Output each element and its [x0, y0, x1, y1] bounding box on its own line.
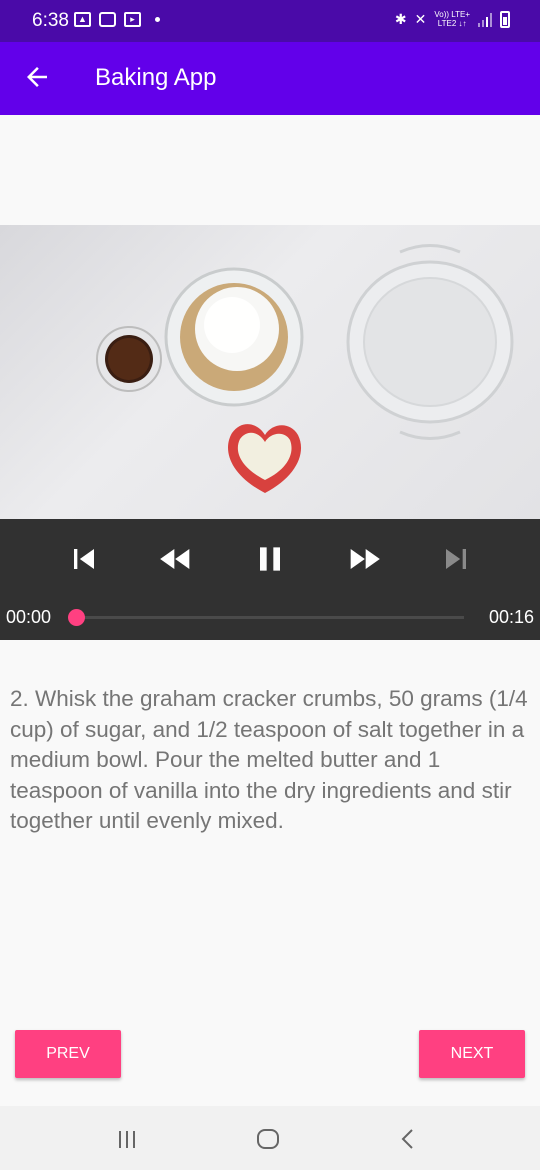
mute-icon: ✕ [414, 10, 427, 27]
recents-icon[interactable] [112, 1124, 142, 1154]
app-bar: Baking App [0, 42, 540, 115]
app-notification-icon [99, 12, 116, 27]
back-arrow-icon[interactable] [22, 62, 52, 92]
network-label-bottom: LTE2 ↓↑ [437, 19, 467, 28]
current-time: 00:00 [6, 607, 52, 627]
seek-scrubber[interactable] [68, 609, 85, 626]
app-title: Baking App [95, 64, 217, 91]
tv-icon: ▸ [124, 12, 141, 27]
back-icon[interactable] [393, 1124, 423, 1154]
signal-icon [478, 11, 492, 27]
home-icon[interactable] [253, 1124, 283, 1154]
player-controls: 00:00 00:16 [0, 519, 540, 640]
seek-bar[interactable] [68, 609, 464, 626]
prev-button[interactable]: PREV [15, 1030, 121, 1078]
pause-icon[interactable] [250, 539, 290, 579]
battery-icon [500, 10, 510, 28]
dot-icon [155, 17, 160, 22]
bluetooth-icon: ✱ [394, 10, 407, 27]
step-description: 2. Whisk the graham cracker crumbs, 50 g… [10, 686, 528, 833]
previous-icon[interactable] [64, 539, 104, 579]
next-icon[interactable] [436, 539, 476, 579]
status-time: 6:38 [32, 10, 69, 31]
status-system-icons: ✱ ✕ Vo)) LTE+ LTE2 ↓↑ [395, 10, 510, 28]
status-notification-icons: ▲ ▸ [74, 12, 160, 27]
system-nav-bar [0, 1106, 540, 1170]
network-label: Vo)) LTE+ LTE2 ↓↑ [434, 10, 470, 28]
next-button[interactable]: NEXT [419, 1030, 525, 1078]
status-bar: 6:38 ▲ ▸ ✱ ✕ Vo)) LTE+ LTE2 ↓↑ [0, 0, 540, 42]
image-icon: ▲ [74, 12, 91, 27]
video-still-image [96, 244, 514, 493]
duration-time: 00:16 [488, 607, 534, 627]
rewind-icon[interactable] [156, 539, 196, 579]
video-frame[interactable] [0, 225, 540, 519]
network-label-top: Vo)) LTE+ [434, 10, 470, 19]
fast-forward-icon[interactable] [344, 539, 384, 579]
